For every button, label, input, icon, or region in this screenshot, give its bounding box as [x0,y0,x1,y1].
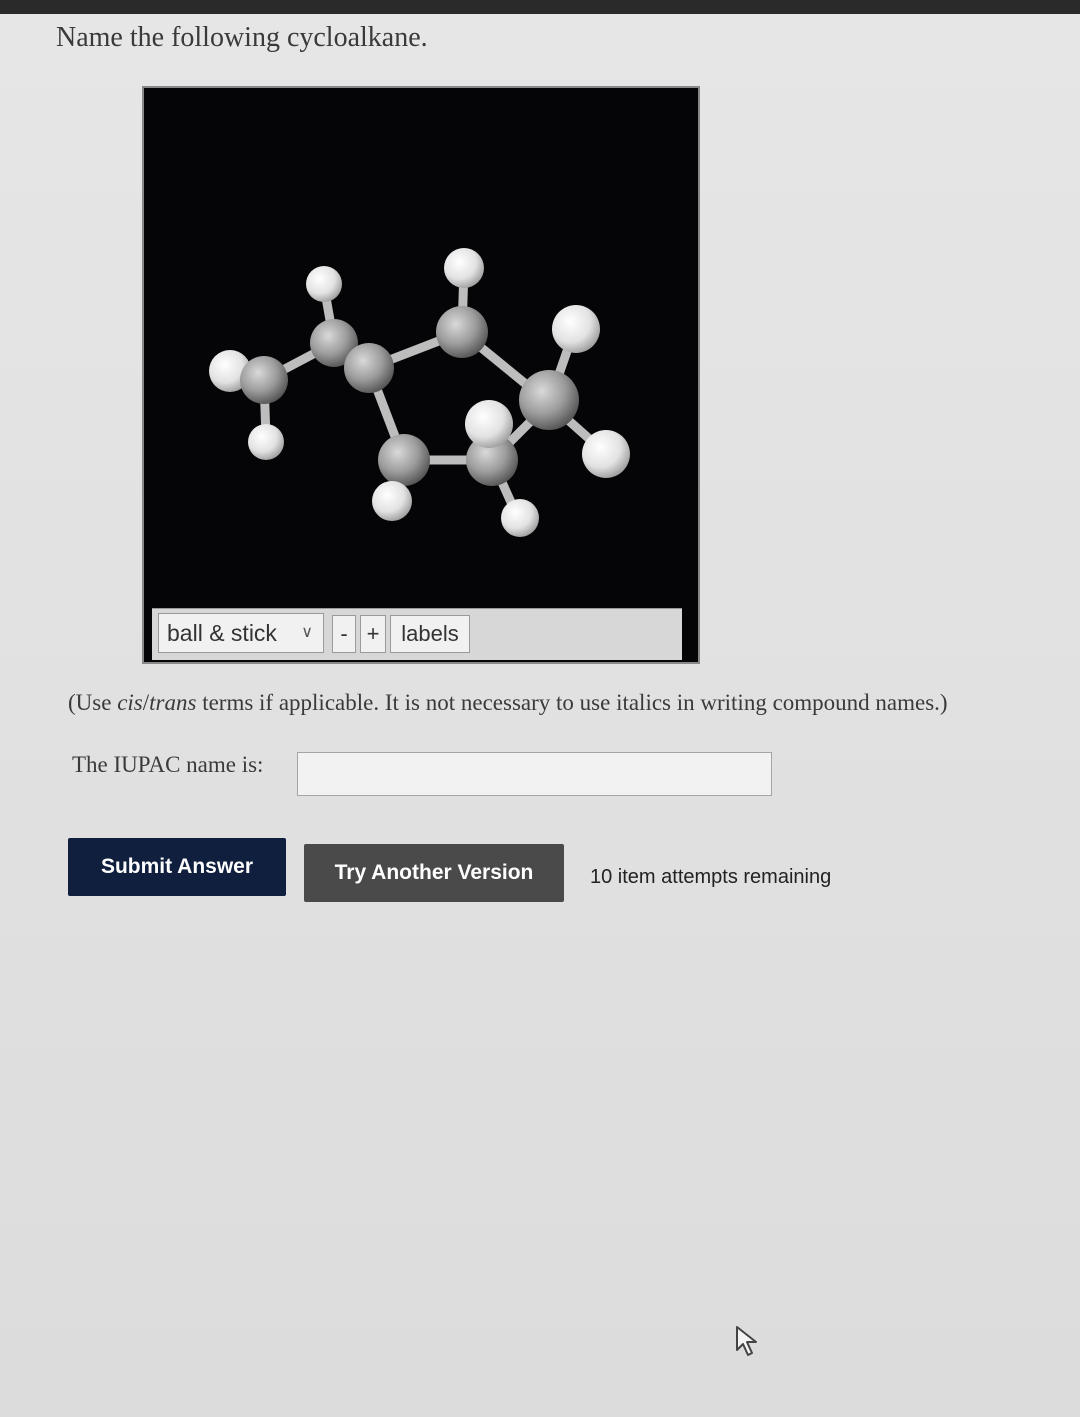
attempts-remaining-text: 10 item attempts remaining [590,866,832,888]
instructions-text: (Use cis/trans terms if applicable. It i… [68,690,948,716]
zoom-out-button[interactable]: - [332,615,356,653]
mouse-cursor-icon [736,1326,757,1356]
instructions-suffix: terms if applicable. It is not necessary… [196,690,948,715]
atoms [209,248,630,537]
instructions-trans: trans [149,690,197,715]
display-mode-select[interactable]: ball & stick ∨ [158,613,324,653]
top-bar [0,0,1080,14]
zoom-in-button[interactable]: + [360,615,386,653]
chevron-down-icon: ∨ [301,624,313,641]
instructions-prefix: (Use [68,690,118,715]
question-title: Name the following cycloalkane. [56,22,428,53]
molecule-3d-model[interactable] [144,88,698,608]
viewer-toolbar: ball & stick ∨ - + labels [152,608,682,660]
submit-answer-button[interactable]: Submit Answer [68,838,286,896]
iupac-name-label: The IUPAC name is: [72,752,264,777]
instructions-cis: cis [117,690,143,715]
molecule-viewer[interactable]: ball & stick ∨ - + labels [142,86,700,664]
try-another-version-button[interactable]: Try Another Version [304,844,564,902]
labels-button[interactable]: labels [390,615,470,653]
display-mode-value: ball & stick [167,620,277,646]
iupac-name-input[interactable] [297,752,772,796]
